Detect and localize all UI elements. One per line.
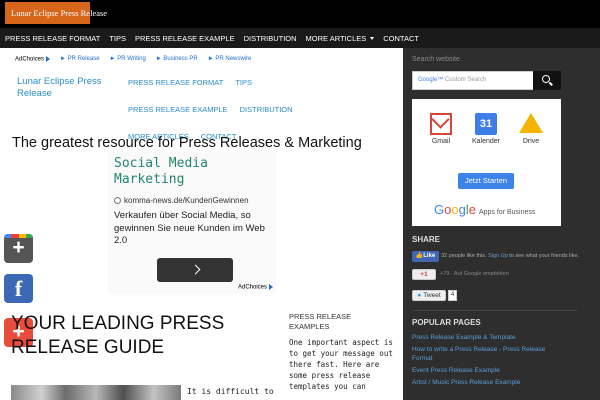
- like-signup-link[interactable]: Sign Up: [488, 253, 508, 259]
- search-placeholder: Google™ Custom Search: [418, 77, 486, 83]
- site-logo[interactable]: Lunar Eclipse Press Release: [5, 2, 107, 24]
- popular-page-link[interactable]: Event Press Release Example: [412, 366, 562, 375]
- popular-page-link[interactable]: Artist / Music Press Release Example: [412, 378, 562, 387]
- gmail-app[interactable]: Gmail: [424, 113, 458, 145]
- search-label: Search website: [412, 56, 460, 63]
- popular-page-link[interactable]: Press Release Example & Template: [412, 333, 562, 342]
- article-photo: [11, 385, 181, 400]
- top-bar: Lunar Eclipse Press Release: [0, 0, 600, 28]
- nav-item-contact[interactable]: CONTACT: [383, 34, 419, 43]
- secnav-item-press-release-format[interactable]: PRESS RELEASE FORMAT: [128, 78, 223, 87]
- google-plus-share-button[interactable]: +: [4, 234, 33, 263]
- calendar-label: Kalender: [471, 138, 501, 145]
- search-icon-handle: [549, 81, 553, 86]
- nav-item-distribution[interactable]: DISTRIBUTION: [244, 34, 297, 43]
- examples-heading[interactable]: PRESS RELEASE EXAMPLES: [289, 312, 389, 332]
- secnav-item-distribution[interactable]: DISTRIBUTION: [240, 105, 293, 114]
- twitter-icon: ●: [417, 292, 422, 299]
- sidebar-divider: [412, 310, 577, 311]
- plus-icon: +: [12, 236, 25, 259]
- ad-next-button[interactable]: [157, 258, 233, 282]
- brand-suffix: Apps for Business: [478, 209, 536, 216]
- examples-text: One important aspect is to get your mess…: [289, 338, 393, 391]
- facebook-icon: f: [14, 276, 23, 301]
- tweet-label: Tweet: [423, 292, 441, 299]
- ad-url[interactable]: komma-news.de/KundenGewinnen: [114, 196, 249, 205]
- like-suffix: to see what your friends like.: [509, 253, 579, 259]
- drive-label: Drive: [522, 138, 540, 145]
- adchoices-label: AdChoices: [15, 56, 45, 63]
- lead-text: It is difficult to: [187, 387, 274, 396]
- like-label: Like: [423, 253, 436, 259]
- nav-item-tips[interactable]: TIPS: [109, 34, 126, 43]
- share-heading: SHARE: [412, 235, 441, 244]
- like-count-text: 32 people like this. Sign Up to see what…: [441, 253, 579, 259]
- adchoices-icon: [46, 56, 51, 62]
- sidebar: Search website Google™ Custom Search Gma…: [403, 48, 600, 400]
- main-nav: PRESS RELEASE FORMAT TIPS PRESS RELEASE …: [0, 28, 600, 48]
- google-apps-ad[interactable]: Gmail 31 Kalender Drive Jetzt Starten Go…: [412, 99, 561, 226]
- ad-url-text: komma-news.de/KundenGewinnen: [124, 196, 249, 205]
- like-count: 32 people like this.: [441, 253, 487, 259]
- secnav-item-tips[interactable]: TIPS: [235, 78, 252, 87]
- calendar-app[interactable]: 31 Kalender: [469, 113, 503, 145]
- adchoices-icon: [269, 284, 274, 290]
- popular-heading: POPULAR PAGES: [412, 318, 481, 327]
- globe-icon: [114, 197, 121, 205]
- ad-links-bar: AdChoices ► PR Release ► PR Writing ► Bu…: [15, 56, 261, 63]
- nav-item-label: MORE ARTICLES: [305, 33, 367, 43]
- calendar-icon: 31: [475, 113, 497, 135]
- facebook-share-button[interactable]: f: [4, 274, 33, 303]
- nav-item-press-release-format[interactable]: PRESS RELEASE FORMAT: [5, 34, 100, 43]
- google-apps-brand: Google Apps for Business: [434, 202, 535, 217]
- main-content: AdChoices ► PR Release ► PR Writing ► Bu…: [0, 48, 403, 400]
- popular-page-link[interactable]: How to write a Press Release - Press Rel…: [412, 345, 562, 363]
- search-placeholder-text: Custom Search: [445, 77, 487, 83]
- search-brand: Google™: [418, 77, 444, 83]
- popular-pages-list: Press Release Example & Template How to …: [412, 333, 562, 390]
- adchoices-link-bottom[interactable]: AdChoices: [238, 284, 274, 291]
- gmail-icon: [430, 113, 452, 135]
- ad-link-pr-newswire[interactable]: ► PR Newswire: [208, 56, 252, 62]
- google-plus-one-text: +79 · Auf Google empfehlen: [440, 271, 509, 277]
- chevron-down-icon: [370, 37, 375, 41]
- google-plus-one-button[interactable]: +1: [412, 269, 436, 280]
- tweet-count: 4: [448, 290, 457, 301]
- adchoices-link[interactable]: AdChoices: [15, 56, 51, 63]
- ad-text: Verkaufen über Social Media, so gewinnen…: [114, 210, 265, 246]
- drive-icon: [519, 113, 543, 133]
- lead-title: YOUR LEADING PRESS RELEASE GUIDE: [11, 313, 225, 358]
- ad-title[interactable]: Social Media Marketing: [114, 156, 274, 188]
- ad-link-pr-writing[interactable]: ► PR Writing: [110, 56, 146, 62]
- chevron-right-icon: [190, 264, 201, 275]
- ad-link-business-pr[interactable]: ► Business PR: [156, 56, 198, 62]
- facebook-like-button[interactable]: 👍Like: [412, 251, 439, 262]
- drive-app[interactable]: Drive: [514, 113, 548, 145]
- google-logo: Google: [434, 202, 476, 217]
- ad-link-pr-release[interactable]: ► PR Release: [60, 56, 100, 62]
- site-title[interactable]: Lunar Eclipse Press Release: [17, 76, 112, 100]
- ad-banner[interactable]: Social Media Marketing komma-news.de/Kun…: [108, 152, 276, 294]
- page-headline: The greatest resource for Press Releases…: [12, 135, 362, 151]
- secnav-item-press-release-example[interactable]: PRESS RELEASE EXAMPLE: [128, 105, 228, 114]
- start-now-button[interactable]: Jetzt Starten: [458, 173, 514, 189]
- adchoices-label: AdChoices: [238, 284, 268, 291]
- gmail-label: Gmail: [431, 138, 451, 145]
- tweet-button[interactable]: ● Tweet: [412, 290, 446, 301]
- nav-item-more-articles[interactable]: MORE ARTICLES: [306, 34, 375, 43]
- nav-item-press-release-example[interactable]: PRESS RELEASE EXAMPLE: [135, 34, 235, 43]
- search-button[interactable]: [533, 71, 561, 90]
